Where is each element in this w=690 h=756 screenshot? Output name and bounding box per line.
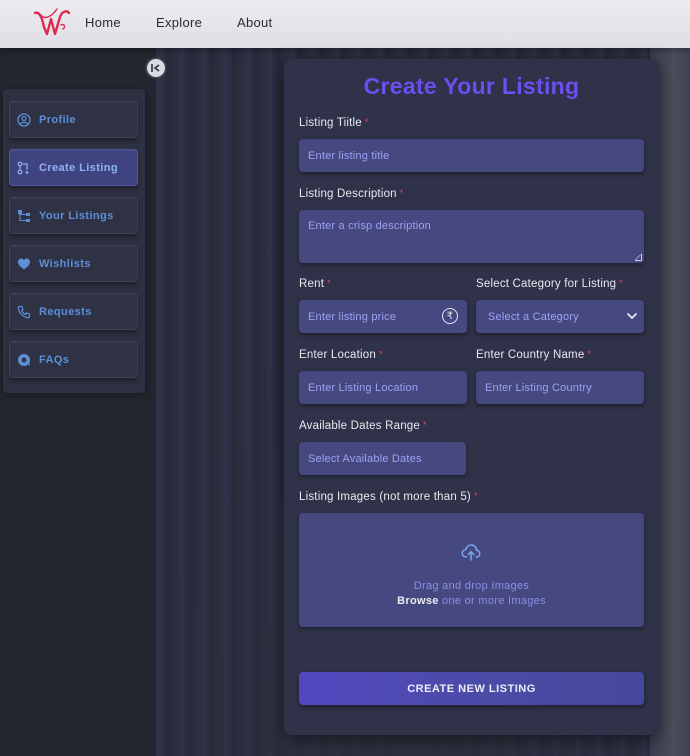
dropzone-instruction: Drag and drop Images [413,580,530,592]
image-dropzone[interactable]: Drag and drop Images Browse one or more … [299,513,644,627]
sidebar-item-create-listing[interactable]: Create Listing [9,149,138,186]
brand-logo-icon[interactable] [33,7,71,39]
category-label: Select Category for Listing * [476,278,623,290]
sidebar-item-faqs[interactable]: FAQs [9,341,138,378]
nav-about[interactable]: About [237,15,272,30]
sidebar-item-label: Profile [39,113,77,126]
rent-input[interactable]: Enter listing price ₹ [299,300,467,333]
description-placeholder: Enter a crisp description [308,220,431,232]
cloud-upload-icon [461,544,481,561]
location-label: Enter Location * [299,349,383,361]
nav-home[interactable]: Home [85,15,121,30]
category-selected-value: Select a Category [488,310,579,323]
sidebar-item-label: Wishlists [39,257,91,270]
create-listing-form: Create Your Listing Listing Tiitle * Ente… [284,59,659,735]
sidebar: Profile Create Listing Your Listings Wis… [3,89,145,393]
images-label: Listing Images (not more than 5) * [299,491,478,503]
user-circle-icon [16,112,32,128]
rupee-icon: ₹ [442,308,458,324]
phone-icon [16,304,32,320]
rent-placeholder: Enter listing price [308,310,397,323]
sitemap-icon [16,208,32,224]
browse-link[interactable]: Browse [397,595,439,607]
dates-range-label: Available Dates Range * [299,420,427,432]
top-navbar: Home Explore About [0,0,690,48]
dates-range-input[interactable]: Select Available Dates [299,442,466,475]
chevron-down-icon [627,313,637,319]
location-input[interactable]: Enter Listing Location [299,371,467,404]
chat-bubble-icon [16,352,32,368]
create-new-listing-button[interactable]: CREATE NEW LISTING [299,672,644,705]
listing-description-label: Listing Description * [299,188,404,200]
sidebar-item-profile[interactable]: Profile [9,101,138,138]
resize-handle-icon[interactable] [635,254,642,261]
sidebar-item-label: Requests [39,305,92,318]
heart-icon [16,256,32,272]
sidebar-item-label: FAQs [39,353,70,366]
sidebar-item-requests[interactable]: Requests [9,293,138,330]
sidebar-item-wishlists[interactable]: Wishlists [9,245,138,282]
rent-label: Rent * [299,278,331,290]
sidebar-item-label: Your Listings [39,209,114,222]
listing-title-label: Listing Tiitle * [299,117,369,129]
listing-description-textarea[interactable]: Enter a crisp description [299,210,644,263]
git-pull-request-icon [16,160,32,176]
dropzone-browse-line: Browse one or more Images [397,595,546,607]
country-input[interactable]: Enter Listing Country [476,371,644,404]
sidebar-collapse-button[interactable] [147,59,165,77]
sidebar-item-your-listings[interactable]: Your Listings [9,197,138,234]
nav-explore[interactable]: Explore [156,15,202,30]
category-select[interactable]: Select a Category [476,300,644,333]
country-label: Enter Country Name * [476,349,592,361]
sidebar-item-label: Create Listing [39,161,118,174]
collapse-arrow-icon [151,64,160,72]
form-title: Create Your Listing [363,73,580,99]
listing-title-input[interactable]: Enter listing title [299,139,644,172]
